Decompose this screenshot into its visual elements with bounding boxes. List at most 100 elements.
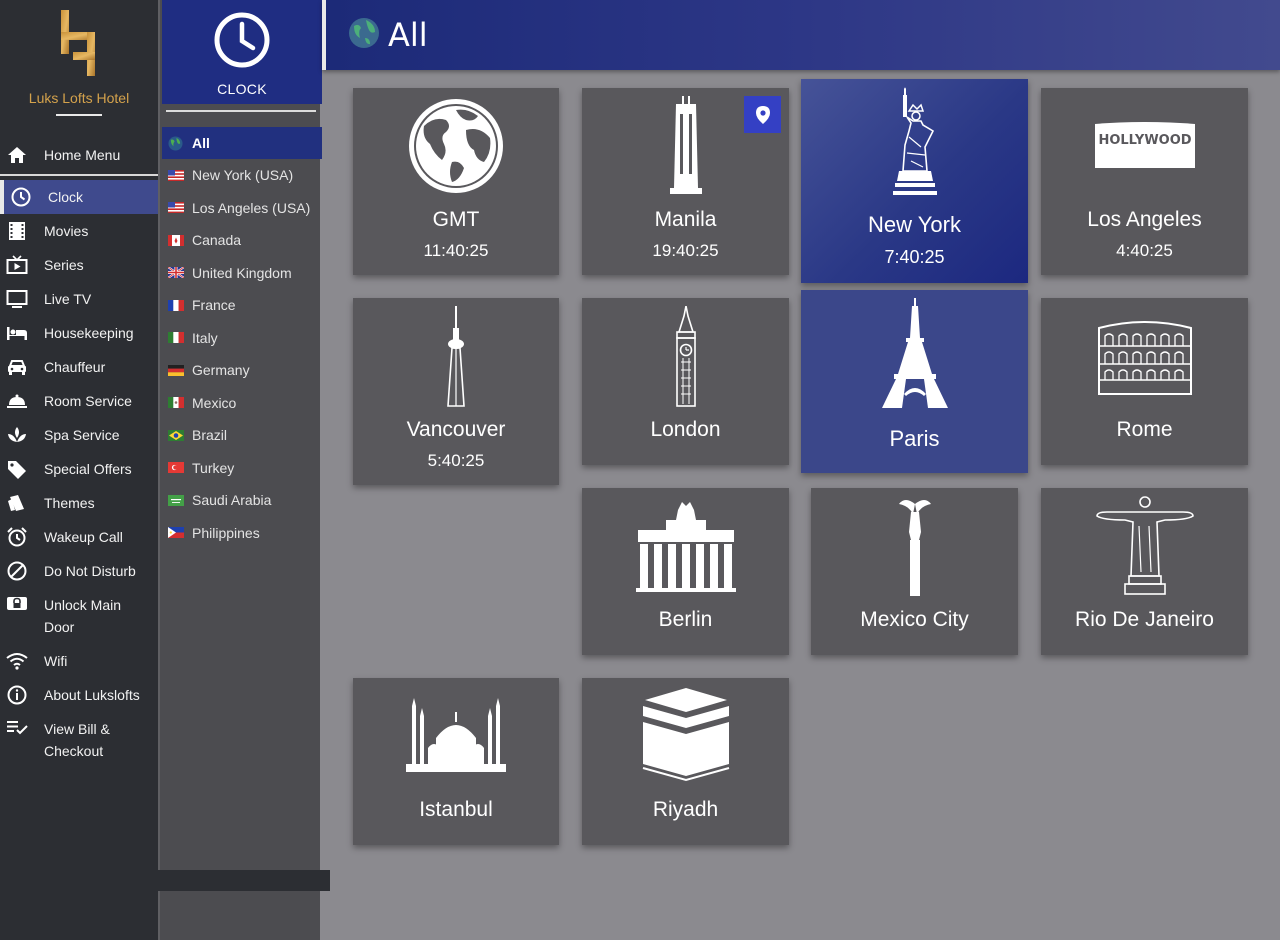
sidebar-item-label: Live TV [44, 291, 92, 307]
sidebar-item-label: Do Not Disturb [44, 563, 136, 579]
philippines-flag-icon [168, 527, 184, 539]
hollywood-sign-text: HOLLYWOOD [1098, 133, 1191, 148]
city-tile-rio-de-janeiro[interactable]: Rio De Janeiro [1041, 488, 1248, 655]
city-name: New York [868, 212, 961, 237]
lotus-icon [6, 424, 28, 446]
city-name: Paris [889, 426, 940, 451]
panel-divider [166, 110, 316, 112]
eiffel-tower-icon [801, 298, 1028, 410]
saudi-arabia-flag-icon [168, 494, 184, 506]
country-item-los-angeles[interactable]: Los Angeles (USA) [162, 192, 322, 225]
logo-divider [56, 114, 102, 116]
sidebar-item-room-service[interactable]: Room Service [0, 384, 158, 418]
city-name: Berlin [658, 608, 713, 631]
city-time: 7:40:25 [884, 247, 945, 267]
country-item-brazil[interactable]: Brazil [162, 419, 322, 452]
sidebar-item-special-offers[interactable]: Special Offers [0, 452, 158, 486]
cn-tower-icon [353, 306, 559, 408]
city-name: Mexico City [860, 608, 969, 631]
germany-flag-icon [168, 364, 184, 376]
sidebar-item-label: Chauffeur [44, 359, 106, 375]
country-item-united-kingdom[interactable]: United Kingdom [162, 257, 322, 290]
city-name: Rome [1116, 418, 1173, 441]
country-item-all[interactable]: All [162, 127, 322, 159]
sidebar-item-unlock-main-door[interactable]: Unlock Main Door [0, 588, 158, 644]
city-tile-istanbul[interactable]: Istanbul [353, 678, 559, 845]
info-icon [6, 684, 28, 706]
city-tile-rome[interactable]: Rome [1041, 298, 1248, 465]
city-tile-riyadh[interactable]: Riyadh [582, 678, 789, 845]
angel-of-independence-icon [811, 496, 1018, 598]
country-item-canada[interactable]: Canada [162, 224, 322, 257]
city-tile-gmt[interactable]: GMT 11:40:25 [353, 88, 559, 275]
checklist-icon [6, 716, 28, 738]
sidebar-item-wakeup-call[interactable]: Wakeup Call [0, 520, 158, 554]
tag-icon [6, 458, 28, 480]
sidebar-item-about[interactable]: About Lukslofts [0, 678, 158, 712]
sidebar-item-home-menu[interactable]: Home Menu [0, 136, 158, 176]
country-filter-panel: CLOCK All New York (USA) Los Angeles (US… [158, 0, 322, 940]
sidebar-item-label: Movies [44, 223, 89, 239]
sidebar-item-series[interactable]: Series [0, 248, 158, 282]
city-tile-paris[interactable]: Paris [801, 290, 1028, 473]
country-item-france[interactable]: France [162, 289, 322, 322]
city-tile-berlin[interactable]: Berlin [582, 488, 789, 655]
sidebar-item-label: Housekeeping [44, 325, 134, 341]
sidebar-item-clock[interactable]: Clock [0, 180, 158, 214]
city-time: 11:40:25 [423, 241, 489, 260]
sidebar-item-view-bill-checkout[interactable]: View Bill & Checkout [0, 712, 158, 768]
alarm-icon [6, 526, 28, 548]
sidebar-item-movies[interactable]: Movies [0, 214, 158, 248]
page-header: All [322, 0, 1280, 70]
city-tile-mexico-city[interactable]: Mexico City [811, 488, 1018, 655]
sidebar-item-themes[interactable]: Themes [0, 486, 158, 520]
country-label: Philippines [192, 524, 260, 541]
panel-scrollbar[interactable] [158, 870, 330, 891]
sidebar-item-chauffeur[interactable]: Chauffeur [0, 350, 158, 384]
brazil-flag-icon [168, 429, 184, 441]
city-time: 5:40:25 [427, 451, 485, 470]
hotel-logo: Luks Lofts Hotel [20, 8, 138, 116]
sidebar-item-live-tv[interactable]: Live TV [0, 282, 158, 316]
sidebar-item-housekeeping[interactable]: Housekeeping [0, 316, 158, 350]
country-item-italy[interactable]: Italy [162, 322, 322, 355]
country-item-new-york[interactable]: New York (USA) [162, 159, 322, 192]
city-name: Los Angeles [1087, 208, 1202, 231]
country-label: Los Angeles (USA) [192, 199, 311, 216]
city-name: Rio De Janeiro [1075, 608, 1214, 631]
sidebar-item-do-not-disturb[interactable]: Do Not Disturb [0, 554, 158, 588]
city-tile-manila[interactable]: Manila 19:40:25 [582, 88, 789, 275]
country-item-saudi-arabia[interactable]: Saudi Arabia [162, 484, 322, 517]
statue-of-liberty-icon [801, 87, 1028, 199]
monitor-icon [6, 288, 28, 310]
clock-icon [214, 12, 270, 68]
clock-icon [10, 186, 32, 208]
sidebar-item-label: Room Service [44, 393, 132, 409]
film-icon [6, 220, 28, 242]
sidebar-item-label: Special Offers [44, 461, 132, 477]
country-item-mexico[interactable]: Mexico [162, 387, 322, 420]
clock-section-header: CLOCK [162, 0, 322, 104]
italy-flag-icon [168, 332, 184, 344]
city-tile-london[interactable]: London [582, 298, 789, 465]
hotel-logo-icon [61, 10, 95, 76]
city-tile-los-angeles[interactable]: HOLLYWOOD Los Angeles 4:40:25 [1041, 88, 1248, 275]
country-item-germany[interactable]: Germany [162, 354, 322, 387]
mosque-icon [353, 698, 559, 772]
country-item-philippines[interactable]: Philippines [162, 517, 322, 550]
city-name: Vancouver [406, 418, 506, 441]
city-tile-new-york[interactable]: New York 7:40:25 [801, 79, 1028, 283]
sidebar-item-label: Clock [48, 189, 84, 205]
country-label: Saudi Arabia [192, 492, 272, 509]
country-item-turkey[interactable]: Turkey [162, 452, 322, 485]
paint-icon [6, 492, 28, 514]
sidebar-item-spa-service[interactable]: Spa Service [0, 418, 158, 452]
sidebar-item-label: Themes [44, 495, 95, 511]
hollywood-sign-icon: HOLLYWOOD [1041, 118, 1248, 170]
city-name: Istanbul [419, 798, 493, 821]
sidebar-item-wifi[interactable]: Wifi [0, 644, 158, 678]
city-tile-vancouver[interactable]: Vancouver 5:40:25 [353, 298, 559, 485]
canada-flag-icon [168, 234, 184, 246]
tower-icon [582, 96, 789, 196]
sidebar-item-label: Spa Service [44, 427, 120, 443]
